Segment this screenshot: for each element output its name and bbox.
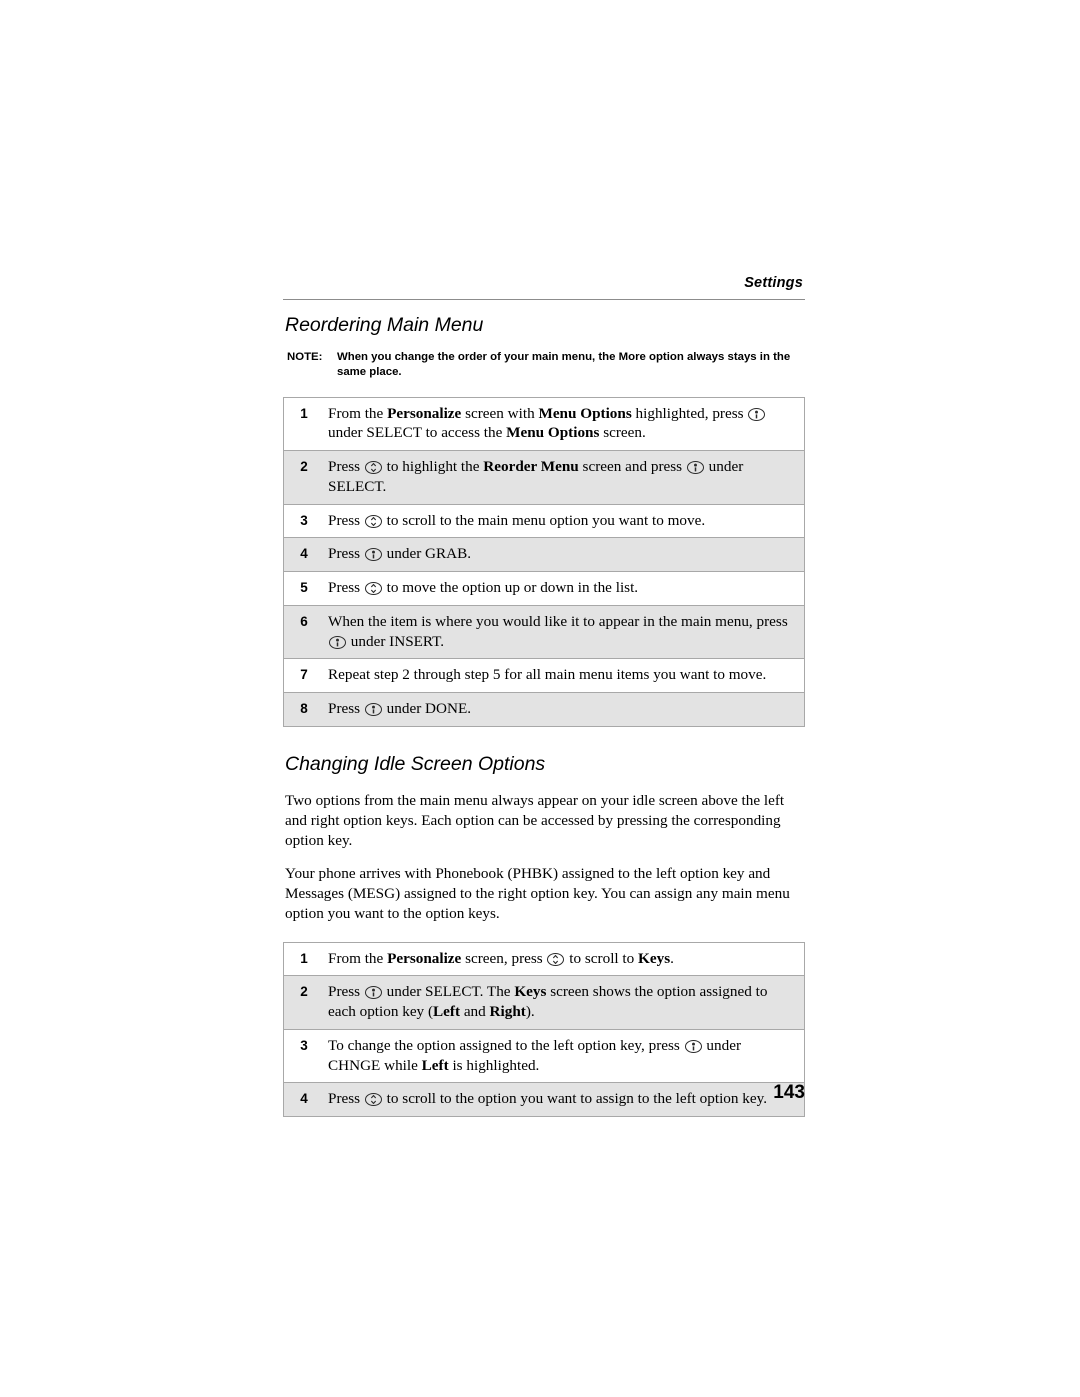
step-text-part: When the item is where you would like it…: [328, 612, 788, 630]
step-text-part: screen with: [461, 404, 539, 422]
step-text: To change the option assigned to the lef…: [324, 1030, 804, 1083]
step-text: From the Personalize screen, press to sc…: [324, 943, 804, 976]
step-text-part: under INSERT.: [347, 632, 445, 650]
step-text-part: ).: [525, 1003, 535, 1021]
step-number: 3: [300, 1037, 308, 1053]
step-text-emphasis: Personalize: [387, 404, 462, 422]
table-row: 7 Repeat step 2 through step 5 for all m…: [284, 659, 804, 694]
note-block: NOTE: When you change the order of your …: [287, 350, 805, 380]
scroll-key-icon: [364, 514, 382, 528]
step-text-part: screen, press: [461, 949, 547, 967]
manual-page: Settings Reordering Main Menu NOTE: When…: [283, 275, 805, 1118]
step-text-emphasis: Menu Options: [538, 404, 632, 422]
step-number: 7: [300, 667, 308, 683]
step-text-part: Press: [328, 511, 364, 529]
select-key-icon: [364, 986, 382, 1000]
step-text-part: highlighted, press: [631, 404, 748, 422]
table-row: 6 When the item is where you would like …: [284, 605, 804, 660]
step-text-part: to scroll to: [565, 949, 639, 967]
running-head: Settings: [744, 275, 803, 291]
step-text-part: .: [670, 949, 674, 967]
step-text-emphasis: Personalize: [387, 949, 462, 967]
scroll-key-icon: [547, 952, 565, 966]
table-row: 3 To change the option assigned to the l…: [284, 1030, 804, 1084]
step-number: 4: [300, 546, 308, 562]
step-text-part: to highlight the: [382, 458, 484, 476]
body-paragraph: Your phone arrives with Phonebook (PHBK)…: [285, 865, 790, 922]
step-text-part: to scroll to the main menu option you wa…: [382, 511, 706, 529]
select-key-icon: [364, 703, 382, 717]
step-text: Press to move the option up or down in t…: [324, 572, 804, 605]
step-text-part: To change the option assigned to the lef…: [328, 1036, 684, 1054]
steps-table-reordering-main-menu: 1 From the Personalize screen with Menu …: [283, 396, 805, 727]
table-row: 2 Press to highlight the Reorder Menu sc…: [284, 451, 804, 505]
table-row: 1 From the Personalize screen with Menu …: [284, 398, 804, 452]
body-paragraph: Two options from the main menu always ap…: [285, 792, 785, 849]
scroll-key-icon: [364, 461, 382, 475]
step-text-emphasis: Left: [421, 1056, 449, 1074]
step-number: 3: [300, 512, 308, 528]
step-number: 2: [300, 459, 308, 475]
step-text-emphasis: Keys: [638, 949, 671, 967]
step-text: Press under SELECT. The Keys screen show…: [324, 976, 804, 1029]
header-rule: [283, 299, 805, 300]
step-number: 8: [300, 701, 308, 717]
section-heading-reordering-main-menu: Reordering Main Menu: [285, 314, 484, 336]
select-key-icon: [329, 635, 346, 649]
table-row: 4 Press under GRAB.: [284, 538, 804, 573]
table-row: 1 From the Personalize screen, press to …: [284, 943, 804, 977]
step-text: Press to highlight the Reorder Menu scre…: [324, 451, 804, 504]
step-text: Repeat step 2 through step 5 for all mai…: [324, 659, 804, 692]
step-number: 1: [300, 405, 308, 421]
step-text-part: Repeat step 2 through step 5 for all mai…: [328, 666, 767, 684]
table-row: 5 Press to move the option up or down in…: [284, 572, 804, 606]
step-text-emphasis: Menu Options: [506, 424, 600, 442]
select-key-icon: [748, 407, 766, 421]
step-text-part: From the: [328, 404, 388, 422]
table-row: 2 Press under SELECT. The Keys screen sh…: [284, 976, 804, 1030]
select-key-icon: [364, 548, 382, 562]
step-text-part: is highlighted.: [448, 1056, 540, 1074]
step-text-part: and: [460, 1003, 490, 1021]
scroll-key-icon: [364, 582, 382, 596]
step-text-part: Press: [328, 545, 364, 563]
step-text-part: Press: [328, 458, 364, 476]
page-number: 143: [773, 1082, 805, 1103]
table-row: 8 Press under DONE.: [284, 693, 804, 726]
step-text-part: under SELECT. The: [382, 983, 515, 1001]
step-text-part: under DONE.: [382, 700, 472, 718]
step-text: From the Personalize screen with Menu Op…: [324, 398, 804, 451]
step-text-part: Press: [328, 700, 364, 718]
table-row: 3 Press to scroll to the main menu optio…: [284, 505, 804, 539]
step-text-part: under SELECT to access the: [328, 424, 507, 442]
step-text-emphasis: Reorder Menu: [483, 458, 579, 476]
step-text-part: Press: [328, 579, 364, 597]
note-text: When you change the order of your main m…: [337, 351, 791, 379]
select-key-icon: [684, 1039, 702, 1053]
note-label: NOTE:: [287, 351, 323, 364]
step-text: Press under GRAB.: [324, 538, 804, 571]
step-text: Press to scroll to the main menu option …: [324, 505, 804, 538]
step-text-part: From the: [328, 949, 388, 967]
select-key-icon: [686, 461, 704, 475]
step-text-emphasis: Keys: [514, 983, 547, 1001]
step-text-emphasis: Left: [433, 1003, 461, 1021]
section-heading-changing-idle-screen-options: Changing Idle Screen Options: [285, 752, 546, 775]
step-number: 5: [300, 580, 308, 596]
step-number: 6: [300, 613, 308, 629]
step-text-part: to move the option up or down in the lis…: [382, 579, 639, 597]
step-text-emphasis: Right: [489, 1003, 526, 1021]
step-text-part: Press: [328, 983, 364, 1001]
step-number: 2: [300, 984, 308, 1000]
step-number: 1: [300, 950, 308, 966]
step-text-part: under GRAB.: [382, 545, 472, 563]
step-text-part: screen.: [599, 424, 646, 442]
step-text: Press under DONE.: [324, 693, 804, 726]
step-text: When the item is where you would like it…: [324, 606, 804, 659]
step-text-part: screen and press: [578, 458, 686, 476]
